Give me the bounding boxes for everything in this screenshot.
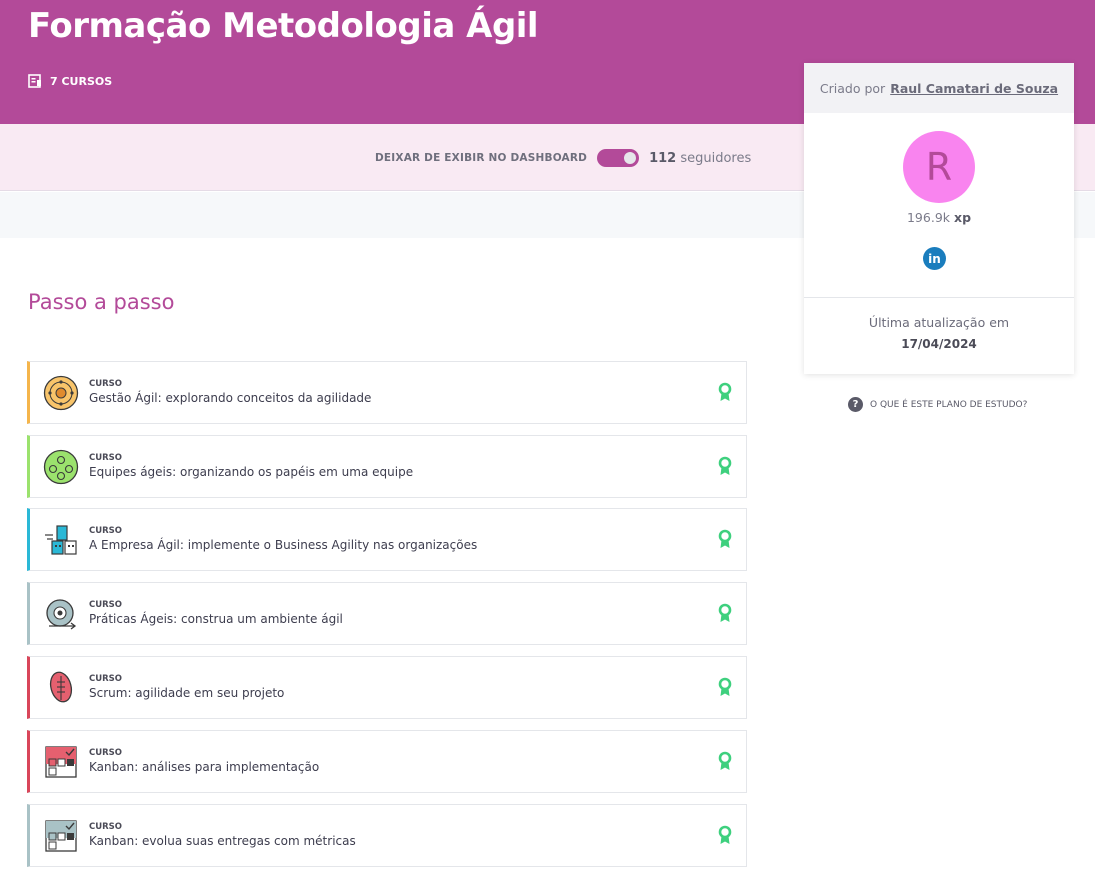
dashboard-toggle-switch[interactable] xyxy=(597,149,640,167)
last-updated-label: Última atualização em xyxy=(868,315,1010,330)
course-type: CURSO xyxy=(89,600,123,610)
agile-management-icon xyxy=(43,375,79,410)
toggle-knob xyxy=(624,152,637,164)
course-type: CURSO xyxy=(89,822,123,832)
course-card[interactable]: CURSO Equipes ágeis: organizando os papé… xyxy=(27,435,747,498)
help-icon: ? xyxy=(848,397,863,412)
course-list-icon xyxy=(28,74,42,88)
study-plan-help-link[interactable]: ? O QUE É ESTE PLANO DE ESTUDO? xyxy=(848,397,1027,412)
dashboard-toggle-row: DEIXAR DE EXIBIR NO DASHBOARD 112 seguid… xyxy=(375,148,751,168)
course-name: Scrum: agilidade em seu projeto xyxy=(89,686,285,700)
course-name: Equipes ágeis: organizando os papéis em … xyxy=(89,465,414,479)
xp-unit: xp xyxy=(954,210,972,225)
course-name: Kanban: evolua suas entregas com métrica… xyxy=(89,834,356,848)
card-divider xyxy=(804,297,1074,298)
avatar-letter: R xyxy=(925,145,953,189)
course-card[interactable]: CURSO Scrum: agilidade em seu projeto xyxy=(27,656,747,719)
course-type: CURSO xyxy=(89,748,123,758)
created-by-label: Criado por xyxy=(819,80,886,96)
kanban-metrics-icon xyxy=(45,819,77,852)
certificate-badge-icon xyxy=(718,529,732,548)
course-card[interactable]: CURSO Kanban: análises para implementaçã… xyxy=(27,730,747,793)
course-count: 7 CURSOS xyxy=(28,74,112,88)
certificate-badge-icon xyxy=(718,677,732,696)
author-link[interactable]: Raul Camatari de Souza xyxy=(890,81,1058,96)
author-xp: 196.9k xp xyxy=(804,210,1074,225)
certificate-badge-icon xyxy=(718,825,732,844)
course-type: CURSO xyxy=(89,453,123,463)
dashboard-toggle-label: DEIXAR DE EXIBIR NO DASHBOARD xyxy=(375,152,588,164)
course-name: Kanban: análises para implementação xyxy=(89,760,320,774)
team-roles-icon xyxy=(43,449,79,484)
followers-number: 112 xyxy=(649,150,677,166)
agile-company-icon xyxy=(45,524,77,555)
course-card[interactable]: CURSO Gestão Ágil: explorando conceitos … xyxy=(27,361,747,424)
certificate-badge-icon xyxy=(718,382,732,401)
course-card[interactable]: CURSO Práticas Ágeis: construa um ambien… xyxy=(27,582,747,645)
avatar[interactable]: R xyxy=(903,131,975,203)
certificate-badge-icon xyxy=(718,751,732,770)
help-link-label: O QUE É ESTE PLANO DE ESTUDO? xyxy=(870,399,1028,410)
section-title: Passo a passo xyxy=(28,290,175,314)
followers-label: seguidores xyxy=(680,150,752,166)
course-count-label: 7 CURSOS xyxy=(50,74,113,88)
page-title: Formação Metodologia Ágil xyxy=(28,6,539,46)
course-type: CURSO xyxy=(89,526,123,536)
kanban-board-icon xyxy=(45,745,77,778)
linkedin-label: in xyxy=(928,251,941,266)
last-updated-date: 17/04/2024 xyxy=(901,337,977,351)
certificate-badge-icon xyxy=(718,456,732,475)
followers-count: 112 seguidores xyxy=(649,151,751,166)
author-card-header: Criado por Raul Camatari de Souza xyxy=(804,63,1074,113)
certificate-badge-icon xyxy=(718,603,732,622)
course-name: Práticas Ágeis: construa um ambiente ági… xyxy=(89,612,343,626)
xp-value: 196.9k xyxy=(906,210,951,225)
course-name: A Empresa Ágil: implemente o Business Ag… xyxy=(89,538,478,552)
course-type: CURSO xyxy=(89,379,123,389)
course-card[interactable]: CURSO Kanban: evolua suas entregas com m… xyxy=(27,804,747,867)
course-name: Gestão Ágil: explorando conceitos da agi… xyxy=(89,391,372,405)
agile-practices-icon xyxy=(46,598,77,630)
course-card[interactable]: CURSO A Empresa Ágil: implemente o Busin… xyxy=(27,508,747,571)
author-card: Criado por Raul Camatari de Souza R 196.… xyxy=(804,63,1074,374)
scrum-ball-icon xyxy=(49,671,73,702)
linkedin-icon[interactable]: in xyxy=(923,247,946,270)
course-type: CURSO xyxy=(89,674,123,684)
